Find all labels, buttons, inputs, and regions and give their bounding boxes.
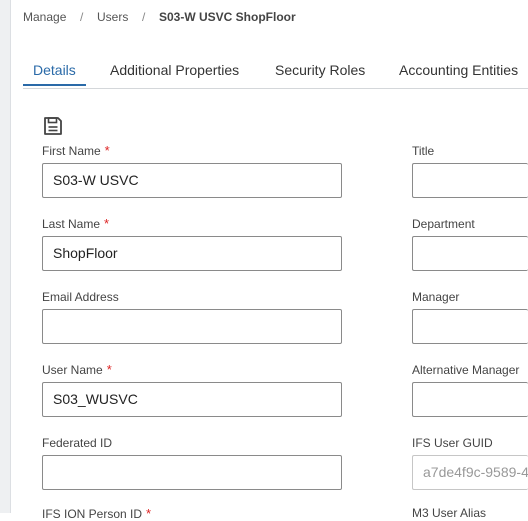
required-marker: *	[146, 506, 152, 521]
user-guid-field: a7de4f9c-9589-4	[412, 455, 528, 490]
user-name-field[interactable]: S03_WUSVC	[42, 382, 342, 417]
required-marker: *	[106, 362, 112, 377]
tabs-divider	[23, 88, 528, 89]
department-label: Department	[412, 217, 475, 231]
email-label: Email Address	[42, 290, 119, 304]
save-icon[interactable]	[43, 116, 63, 136]
tab-details[interactable]: Details	[33, 62, 76, 78]
last-name-field[interactable]: ShopFloor	[42, 236, 342, 271]
federated-id-label: Federated ID	[42, 436, 113, 450]
user-name-label: User Name *	[42, 362, 112, 377]
title-label: Title	[412, 144, 435, 158]
federated-id-field[interactable]	[42, 455, 342, 490]
required-marker: *	[104, 216, 110, 231]
tab-additional-properties[interactable]: Additional Properties	[110, 62, 239, 78]
tab-security-roles[interactable]: Security Roles	[275, 62, 365, 78]
active-tab-indicator	[23, 84, 86, 86]
breadcrumb-separator: /	[80, 10, 84, 24]
m3-user-alias-label: M3 User Alias	[412, 506, 487, 520]
breadcrumb-current: S03-W USVC ShopFloor	[159, 10, 296, 24]
manager-label: Manager	[412, 290, 460, 304]
title-field[interactable]	[412, 163, 528, 198]
department-field[interactable]	[412, 236, 528, 271]
alternative-manager-field[interactable]	[412, 382, 528, 417]
email-field[interactable]	[42, 309, 342, 344]
alternative-manager-label: Alternative Manager	[412, 363, 520, 377]
breadcrumb-separator: /	[142, 10, 146, 24]
user-guid-label: IFS User GUID	[412, 436, 493, 450]
ion-person-id-label: IFS ION Person ID *	[42, 506, 152, 521]
first-name-field[interactable]: S03-W USVC	[42, 163, 342, 198]
breadcrumb-manage[interactable]: Manage	[23, 10, 66, 24]
last-name-label: Last Name *	[42, 216, 110, 231]
tab-accounting-entities[interactable]: Accounting Entities	[399, 62, 518, 78]
required-marker: *	[104, 143, 110, 158]
manager-field[interactable]	[412, 309, 528, 344]
first-name-label: First Name *	[42, 143, 110, 158]
left-panel-edge	[0, 0, 10, 513]
breadcrumb-users[interactable]: Users	[97, 10, 128, 24]
left-panel-border	[10, 0, 11, 513]
